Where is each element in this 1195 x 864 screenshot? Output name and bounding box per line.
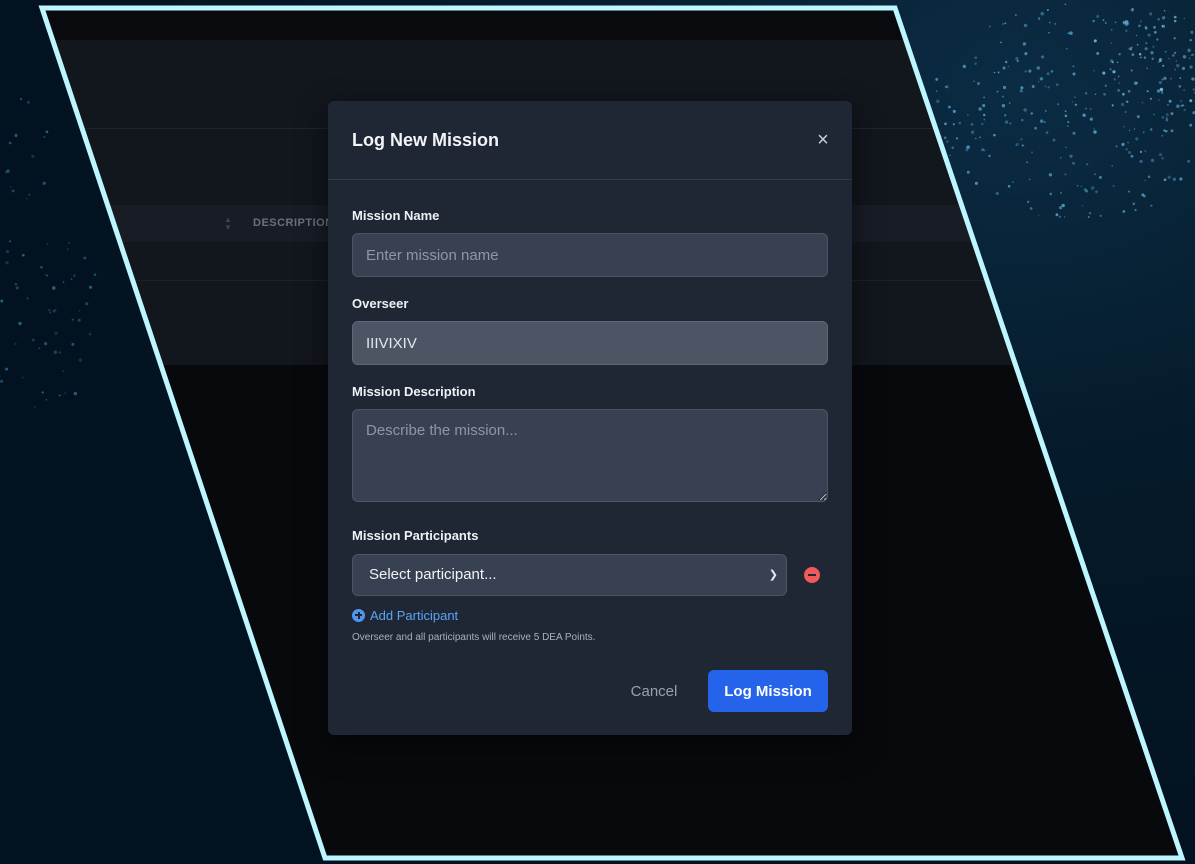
screenshot-stage: gs s ▲ ▼ DESCRIPTION Log New Mission × Mi… — [0, 0, 1195, 864]
frame-border — [38, 5, 1186, 861]
